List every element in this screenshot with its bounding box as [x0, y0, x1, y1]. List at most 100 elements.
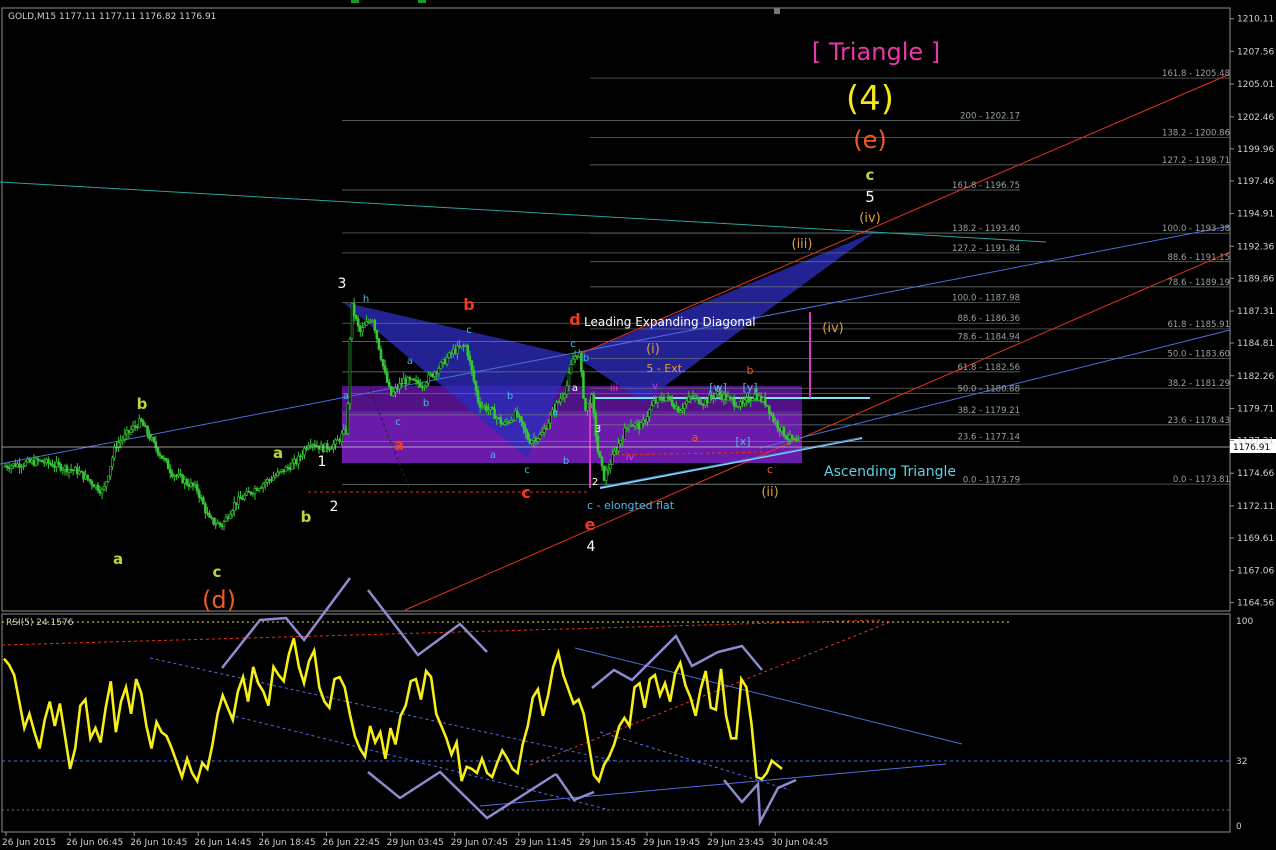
- candle-body: [171, 472, 174, 477]
- candle-body: [728, 396, 732, 399]
- candle-body: [468, 355, 472, 362]
- ascending-triangle-label: Ascending Triangle: [824, 464, 956, 480]
- candle-body: [635, 422, 639, 425]
- candle-body: [251, 493, 255, 496]
- candle-body: [759, 395, 763, 402]
- candle-body: [491, 407, 494, 410]
- candle-body: [383, 365, 387, 373]
- candle-body: [646, 416, 649, 422]
- candle-body: [774, 420, 777, 423]
- white-4-label: 4: [587, 539, 596, 555]
- fib-right-label: 50.0 - 1183.60: [1167, 350, 1230, 360]
- candle-body: [518, 415, 521, 418]
- fib-right-label: 127.2 - 1198.71: [1162, 156, 1230, 166]
- candle-body: [189, 482, 193, 487]
- cyan-b: b: [423, 398, 429, 409]
- fib-left-label: 88.6 - 1186.36: [957, 314, 1020, 324]
- candle-body: [24, 461, 27, 467]
- candle-body: [88, 478, 91, 482]
- candle-body: [431, 373, 434, 377]
- candle-body: [45, 458, 48, 464]
- candle-body: [14, 463, 17, 467]
- candle-body: [493, 408, 496, 419]
- candle-body: [9, 465, 13, 469]
- candle-body: [325, 443, 329, 450]
- small-iii: iii: [610, 383, 618, 394]
- candle-body: [447, 352, 451, 358]
- candle-body: [187, 483, 191, 487]
- green-b-left: b: [137, 395, 148, 413]
- candle-body: [613, 450, 616, 455]
- candle-body: [780, 426, 784, 432]
- fib-left-label: 78.6 - 1184.94: [957, 332, 1020, 342]
- candle-body: [501, 423, 505, 425]
- candle-body: [235, 502, 238, 505]
- candle-body: [621, 438, 624, 442]
- candle-body: [569, 364, 573, 374]
- candle-body: [776, 420, 779, 429]
- candle-body: [137, 418, 141, 428]
- candle-body: [166, 460, 170, 470]
- candle-body: [796, 440, 800, 443]
- candle-body: [297, 455, 300, 465]
- candle-body: [588, 403, 591, 405]
- time-tick-label: 26 Jun 2015: [2, 838, 56, 848]
- candle-body: [47, 458, 50, 464]
- candle-body: [5, 465, 9, 468]
- green-a-left: a: [113, 550, 123, 568]
- candle-body: [538, 434, 542, 440]
- candle-body: [199, 497, 203, 499]
- candle-body: [3, 465, 7, 468]
- mt4-chart[interactable]: 1176.91 GOLD,M15 1177.11 1177.11 1176.82…: [0, 0, 1276, 850]
- triangle-title: [ Triangle ]: [812, 38, 940, 66]
- candle-body: [210, 517, 213, 519]
- time-tick-label: 30 Jun 04:45: [771, 838, 828, 848]
- wave-y-label: [y]: [742, 381, 757, 394]
- green-c-left: c: [213, 563, 222, 581]
- candle-body: [177, 473, 180, 477]
- candle-body: [408, 377, 412, 380]
- candle-body: [317, 445, 321, 450]
- range-box-lower: [342, 411, 802, 463]
- scroll-marker[interactable]: [774, 8, 780, 14]
- candle-body: [741, 401, 744, 404]
- candle-body: [437, 368, 441, 374]
- candle-body: [321, 444, 325, 453]
- candle-body: [625, 426, 629, 429]
- rsi-axis-0: 0: [1236, 822, 1242, 832]
- candle-body: [245, 490, 248, 496]
- candle-body: [338, 439, 341, 442]
- candle-body: [123, 433, 127, 440]
- candle-body: [57, 461, 61, 465]
- candle-body: [445, 357, 449, 365]
- roman-i-label: (i): [646, 342, 660, 357]
- candle-body: [20, 466, 23, 468]
- candle-body: [206, 512, 209, 515]
- candle-body: [474, 381, 478, 391]
- candle-body: [193, 484, 197, 487]
- candle-body: [751, 398, 755, 401]
- candle-body: [179, 473, 182, 476]
- candle-body: [590, 394, 593, 404]
- candle-body: [418, 383, 422, 388]
- candle-body: [104, 481, 108, 487]
- candle-body: [571, 358, 575, 365]
- fib-mid-label: 127.2 - 1191.84: [952, 244, 1020, 254]
- candle-body: [427, 374, 430, 384]
- orange-b-label: b: [747, 364, 754, 377]
- candle-body: [49, 463, 52, 465]
- candle-body: [311, 444, 315, 446]
- red-e-label: e: [585, 515, 596, 534]
- green-c-top: c: [866, 166, 875, 184]
- candle-body: [121, 438, 125, 442]
- candle-body: [150, 437, 153, 440]
- candle-body: [753, 393, 757, 399]
- candle-body: [53, 466, 56, 468]
- candle-body: [148, 433, 151, 440]
- candle-body: [677, 406, 680, 413]
- candle-body: [600, 457, 604, 467]
- candle-body: [233, 502, 236, 511]
- candle-body: [732, 398, 736, 407]
- candle-body: [175, 475, 178, 477]
- candle-body: [84, 474, 87, 480]
